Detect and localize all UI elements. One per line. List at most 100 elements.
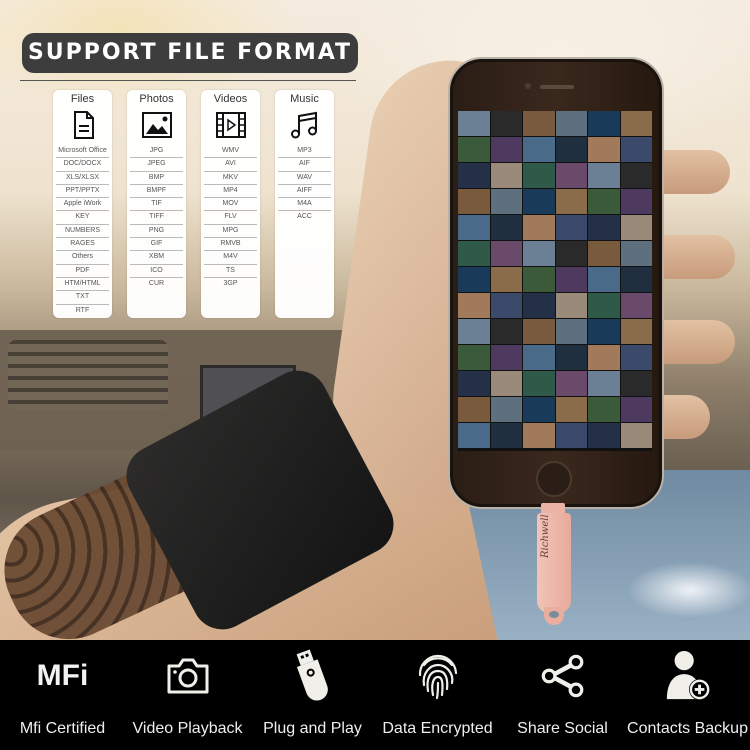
air-vent xyxy=(8,340,168,410)
gallery-thumbnail[interactable] xyxy=(588,189,620,214)
column-title: Photos xyxy=(139,93,174,105)
gallery-thumbnail[interactable] xyxy=(588,345,620,370)
gallery-thumbnail[interactable] xyxy=(523,293,555,318)
gallery-thumbnail[interactable] xyxy=(620,163,652,188)
gallery-thumbnail[interactable] xyxy=(523,215,555,240)
gallery-thumbnail[interactable] xyxy=(555,319,587,344)
gallery-thumbnail[interactable] xyxy=(620,345,652,370)
gallery-thumbnail[interactable] xyxy=(458,241,490,266)
gallery-thumbnail[interactable] xyxy=(490,345,522,370)
gallery-thumbnail[interactable] xyxy=(458,345,490,370)
gallery-thumbnail[interactable] xyxy=(523,241,555,266)
format-item: Others xyxy=(56,251,109,265)
gallery-thumbnail[interactable] xyxy=(555,137,587,162)
gallery-thumbnail[interactable] xyxy=(555,423,587,448)
gallery-thumbnail[interactable] xyxy=(620,423,652,448)
gallery-thumbnail[interactable] xyxy=(620,137,652,162)
gallery-thumbnail[interactable] xyxy=(523,267,555,292)
feature-plug-and-play: Plug and Play xyxy=(250,640,375,750)
music-note-icon xyxy=(290,111,317,139)
gallery-thumbnail[interactable] xyxy=(588,371,620,396)
gallery-thumbnail[interactable] xyxy=(458,423,490,448)
gallery-thumbnail[interactable] xyxy=(458,293,490,318)
gallery-thumbnail[interactable] xyxy=(588,397,620,422)
gallery-thumbnail[interactable] xyxy=(458,371,490,396)
format-list: Microsoft Office DOC/DOCX XLS/XLSX PPT/P… xyxy=(53,145,112,317)
gallery-thumbnail[interactable] xyxy=(490,423,522,448)
gallery-thumbnail[interactable] xyxy=(458,267,490,292)
gallery-thumbnail[interactable] xyxy=(620,215,652,240)
gallery-thumbnail[interactable] xyxy=(620,371,652,396)
gallery-thumbnail[interactable] xyxy=(555,371,587,396)
gallery-thumbnail[interactable] xyxy=(490,397,522,422)
gallery-thumbnail[interactable] xyxy=(523,319,555,344)
gallery-thumbnail[interactable] xyxy=(490,189,522,214)
gallery-thumbnail[interactable] xyxy=(555,267,587,292)
format-item: ICO xyxy=(130,265,183,278)
gallery-thumbnail[interactable] xyxy=(555,241,587,266)
gallery-thumbnail[interactable] xyxy=(523,345,555,370)
gallery-thumbnail[interactable] xyxy=(555,163,587,188)
gallery-thumbnail[interactable] xyxy=(490,241,522,266)
gallery-thumbnail[interactable] xyxy=(620,241,652,266)
gallery-thumbnail[interactable] xyxy=(588,111,620,136)
gallery-thumbnail[interactable] xyxy=(555,397,587,422)
gallery-thumbnail[interactable] xyxy=(555,345,587,370)
gallery-thumbnail[interactable] xyxy=(588,423,620,448)
gallery-thumbnail[interactable] xyxy=(458,111,490,136)
gallery-thumbnail[interactable] xyxy=(523,163,555,188)
gallery-thumbnail[interactable] xyxy=(490,137,522,162)
gallery-thumbnail[interactable] xyxy=(523,189,555,214)
format-item: JPG xyxy=(130,145,183,159)
gallery-thumbnail[interactable] xyxy=(620,189,652,214)
gallery-thumbnail[interactable] xyxy=(490,371,522,396)
gallery-thumbnail[interactable] xyxy=(458,137,490,162)
gallery-thumbnail[interactable] xyxy=(588,215,620,240)
camera-icon xyxy=(163,650,213,702)
gallery-thumbnail[interactable] xyxy=(555,215,587,240)
gallery-thumbnail[interactable] xyxy=(523,137,555,162)
gallery-thumbnail[interactable] xyxy=(523,397,555,422)
gallery-thumbnail[interactable] xyxy=(458,319,490,344)
gallery-thumbnail[interactable] xyxy=(490,163,522,188)
gallery-thumbnail[interactable] xyxy=(620,293,652,318)
gallery-thumbnail[interactable] xyxy=(490,319,522,344)
format-item: PDF xyxy=(56,265,109,278)
gallery-thumbnail[interactable] xyxy=(555,293,587,318)
format-item: CUR xyxy=(148,279,165,287)
format-item: M4A xyxy=(278,198,331,212)
format-item: AIF xyxy=(278,158,331,172)
format-item: TXT xyxy=(56,291,109,305)
mfi-badge-icon: MFi xyxy=(36,659,89,692)
format-item: RTF xyxy=(75,306,90,314)
gallery-thumbnail[interactable] xyxy=(458,397,490,422)
gallery-thumbnail[interactable] xyxy=(523,423,555,448)
background-photo: Richwell xyxy=(0,0,750,640)
gallery-thumbnail[interactable] xyxy=(458,163,490,188)
format-item: NUMBERS xyxy=(56,225,109,239)
contact-add-icon xyxy=(663,650,713,702)
gallery-thumbnail[interactable] xyxy=(620,397,652,422)
format-item: FLV xyxy=(204,211,257,225)
gallery-thumbnail[interactable] xyxy=(523,111,555,136)
gallery-thumbnail[interactable] xyxy=(588,319,620,344)
gallery-thumbnail[interactable] xyxy=(588,137,620,162)
format-item: RMVB xyxy=(204,238,257,252)
gallery-thumbnail[interactable] xyxy=(588,267,620,292)
gallery-thumbnail[interactable] xyxy=(490,111,522,136)
gallery-thumbnail[interactable] xyxy=(588,241,620,266)
gallery-thumbnail[interactable] xyxy=(555,189,587,214)
gallery-thumbnail[interactable] xyxy=(490,215,522,240)
gallery-thumbnail[interactable] xyxy=(458,189,490,214)
gallery-thumbnail[interactable] xyxy=(620,319,652,344)
gallery-thumbnail[interactable] xyxy=(458,215,490,240)
gallery-thumbnail[interactable] xyxy=(588,163,620,188)
gallery-thumbnail[interactable] xyxy=(523,371,555,396)
gallery-thumbnail[interactable] xyxy=(620,111,652,136)
gallery-thumbnail[interactable] xyxy=(588,293,620,318)
gallery-thumbnail[interactable] xyxy=(490,293,522,318)
gallery-thumbnail[interactable] xyxy=(620,267,652,292)
gallery-thumbnail[interactable] xyxy=(490,267,522,292)
gallery-thumbnail[interactable] xyxy=(555,111,587,136)
home-button[interactable] xyxy=(536,461,572,497)
